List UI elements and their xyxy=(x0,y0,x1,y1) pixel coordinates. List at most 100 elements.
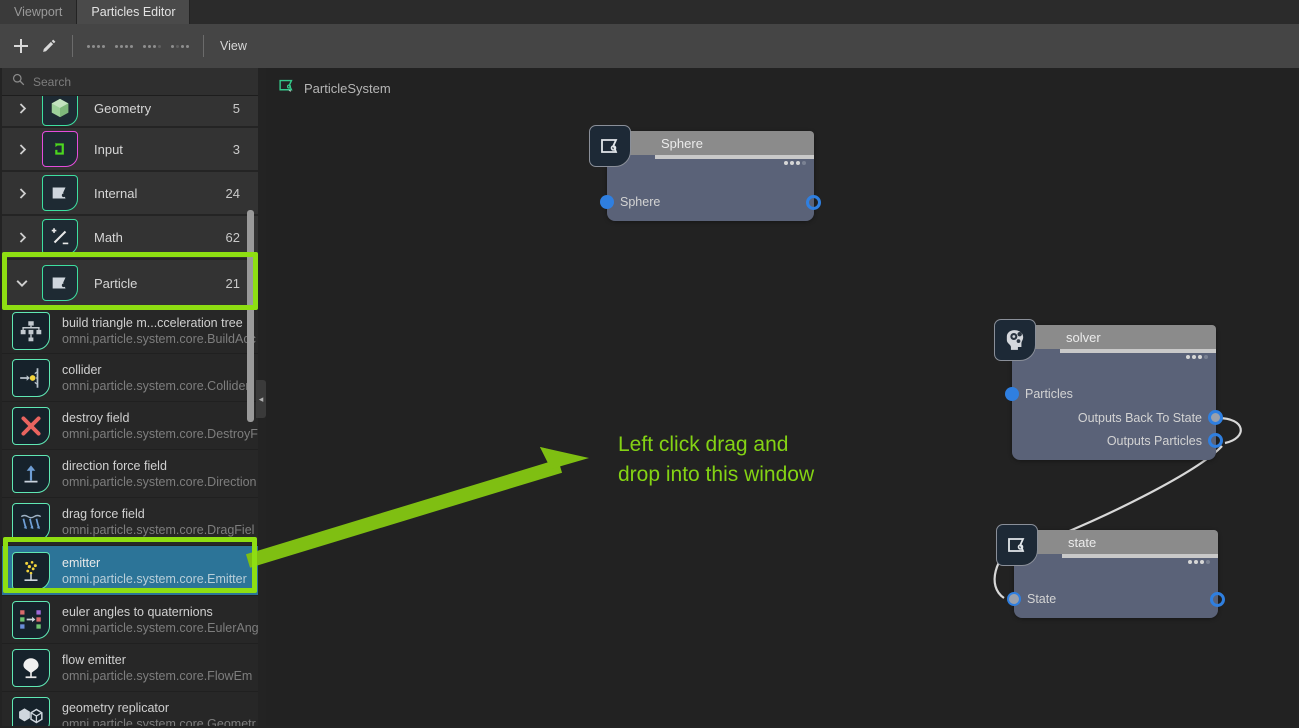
chevron-down-icon[interactable] xyxy=(2,276,42,290)
sidebar-category-internal[interactable]: Internal 24 xyxy=(2,172,258,216)
tab-particles-editor[interactable]: Particles Editor xyxy=(77,0,191,24)
graph-port-state-in-label: State xyxy=(1027,592,1057,606)
graph-port-state-out[interactable] xyxy=(1210,592,1225,607)
input-arrow-icon xyxy=(42,131,78,167)
align-button-3[interactable] xyxy=(139,33,165,59)
graph-node-solver-divider xyxy=(1060,349,1216,353)
align-button-1[interactable] xyxy=(83,33,109,59)
pencil-icon xyxy=(41,38,57,54)
chevron-right-icon[interactable] xyxy=(2,143,42,156)
graph-port-outputs-particles[interactable]: Outputs Particles xyxy=(1107,433,1223,448)
port-dot-icon[interactable] xyxy=(806,195,821,210)
sidebar-category-particle[interactable]: Particle 21 xyxy=(2,260,258,308)
graph-port-outputs-back-to-state[interactable]: Outputs Back To State xyxy=(1078,410,1223,425)
plus-minus-icon xyxy=(42,219,78,255)
particles-editor-window: Viewport Particles Editor View Search Ge… xyxy=(0,0,1299,728)
graph-port-state-in[interactable]: State xyxy=(1007,592,1056,606)
tab-viewport-label: Viewport xyxy=(14,5,63,19)
list-item[interactable]: direction force field omni.particle.syst… xyxy=(2,450,258,498)
panel-collapse-handle[interactable]: ◂ xyxy=(256,380,266,418)
search-bar[interactable]: Search xyxy=(2,68,258,96)
port-dot-icon[interactable] xyxy=(1007,592,1021,606)
list-item-title: build triangle m...cceleration tree xyxy=(62,315,243,330)
vertical-scrollbar[interactable] xyxy=(247,210,254,422)
tab-viewport[interactable]: Viewport xyxy=(0,0,78,24)
add-button[interactable] xyxy=(8,33,34,59)
list-item-path: omni.particle.system.core.FlowEm xyxy=(62,668,253,683)
list-item-path: omni.particle.system.core.Direction xyxy=(62,474,257,489)
list-item-title: destroy field xyxy=(62,410,130,425)
port-dot-icon[interactable] xyxy=(1208,433,1223,448)
graph-node-sphere-body[interactable]: Sphere Sphere xyxy=(589,125,821,221)
graph-node-state-body[interactable]: state State xyxy=(996,524,1225,618)
graph-node-solver[interactable]: solver Particles Outputs Back To State O… xyxy=(994,319,1223,460)
sidebar-category-particle-label: Particle xyxy=(94,275,138,291)
graph-node-sphere-options[interactable] xyxy=(784,161,806,165)
port-dot-icon[interactable] xyxy=(600,195,614,209)
port-dot-icon[interactable] xyxy=(1005,387,1019,401)
chevron-right-icon[interactable] xyxy=(2,102,42,115)
graph-node-sphere-header[interactable]: Sphere xyxy=(607,131,814,155)
search-icon xyxy=(12,73,25,91)
port-dot-icon[interactable] xyxy=(1208,410,1223,425)
graph-port-sphere-out[interactable] xyxy=(806,195,821,210)
search-input[interactable]: Search xyxy=(33,75,71,89)
graph-node-sphere[interactable]: Sphere Sphere xyxy=(589,125,821,221)
drag-arrows-icon xyxy=(12,502,50,541)
chevron-right-icon[interactable] xyxy=(2,187,42,200)
align-button-4[interactable] xyxy=(167,33,193,59)
dots-icon-1 xyxy=(87,44,105,48)
node-icon xyxy=(589,125,631,167)
sidebar-category-math[interactable]: Math 62 xyxy=(2,216,258,260)
list-item-title: flow emitter xyxy=(62,652,126,667)
list-item[interactable]: euler angles to quaternions omni.particl… xyxy=(2,596,258,644)
instruction-text: Left click drag and drop into this windo… xyxy=(618,430,938,490)
list-item[interactable]: drag force field omni.particle.system.co… xyxy=(2,498,258,546)
list-item-path: omni.particle.system.core.BuildAcc xyxy=(62,331,256,346)
list-item[interactable]: destroy field omni.particle.system.core.… xyxy=(2,402,258,450)
list-item-path: omni.particle.system.core.Emitter xyxy=(62,571,247,586)
red-x-icon xyxy=(12,406,50,445)
sidebar-category-input[interactable]: Input 3 xyxy=(2,128,258,172)
node-icon xyxy=(996,524,1038,566)
list-item[interactable]: build triangle m...cceleration tree omni… xyxy=(2,308,258,354)
list-item[interactable]: geometry replicator omni.particle.system… xyxy=(2,692,258,726)
euler-convert-icon xyxy=(12,600,50,639)
graph-node-state-options[interactable] xyxy=(1188,560,1210,564)
tree-hierarchy-icon xyxy=(12,311,50,350)
edit-button[interactable] xyxy=(36,33,62,59)
view-menu[interactable]: View xyxy=(220,39,247,53)
sidebar-category-geometry[interactable]: Geometry 5 xyxy=(2,96,258,128)
breadcrumb[interactable]: ParticleSystem xyxy=(278,77,391,99)
toolbar-separator-2 xyxy=(203,35,204,57)
graph-node-solver-options[interactable] xyxy=(1186,355,1208,359)
list-item-title: collider xyxy=(62,362,102,377)
list-item-text: emitter omni.particle.system.core.Emitte… xyxy=(62,555,247,587)
list-item-path: omni.particle.system.core.Collider xyxy=(62,378,250,393)
graph-node-solver-header[interactable]: solver xyxy=(1012,325,1216,349)
instruction-text-line2: drop into this window xyxy=(618,463,815,486)
graph-canvas[interactable]: ParticleSystem Sphere Sphere solver Part… xyxy=(266,68,1297,726)
align-button-2[interactable] xyxy=(111,33,137,59)
graph-node-state[interactable]: state State xyxy=(996,524,1225,618)
list-item-title: emitter xyxy=(62,555,101,570)
sidebar-category-math-label: Math xyxy=(94,229,123,245)
graph-node-solver-body[interactable]: solver Particles Outputs Back To State O… xyxy=(994,319,1223,460)
graph-port-sphere-in[interactable]: Sphere xyxy=(600,195,660,209)
list-item-text: flow emitter omni.particle.system.core.F… xyxy=(62,652,252,684)
list-item-text: direction force field omni.particle.syst… xyxy=(62,458,257,490)
list-item[interactable]: flow emitter omni.particle.system.core.F… xyxy=(2,644,258,692)
graph-port-particles-in[interactable]: Particles xyxy=(1005,387,1073,401)
graph-node-state-header[interactable]: state xyxy=(1014,530,1218,554)
graph-port-outputs-particles-label: Outputs Particles xyxy=(1106,433,1202,448)
list-item-text: collider omni.particle.system.core.Colli… xyxy=(62,362,250,394)
plus-icon xyxy=(13,38,29,54)
list-item[interactable]: collider omni.particle.system.core.Colli… xyxy=(2,354,258,402)
list-item-text: geometry replicator omni.particle.system… xyxy=(62,700,256,727)
port-dot-icon[interactable] xyxy=(1210,592,1225,607)
list-item-emitter[interactable]: emitter omni.particle.system.core.Emitte… xyxy=(2,546,258,596)
sidebar-category-geometry-count: 5 xyxy=(232,100,240,116)
chevron-right-icon[interactable] xyxy=(2,231,42,244)
node-library-panel: Search Geometry 5 Input 3 Internal 24 Ma… xyxy=(2,68,258,726)
tab-particles-editor-label: Particles Editor xyxy=(91,5,176,19)
